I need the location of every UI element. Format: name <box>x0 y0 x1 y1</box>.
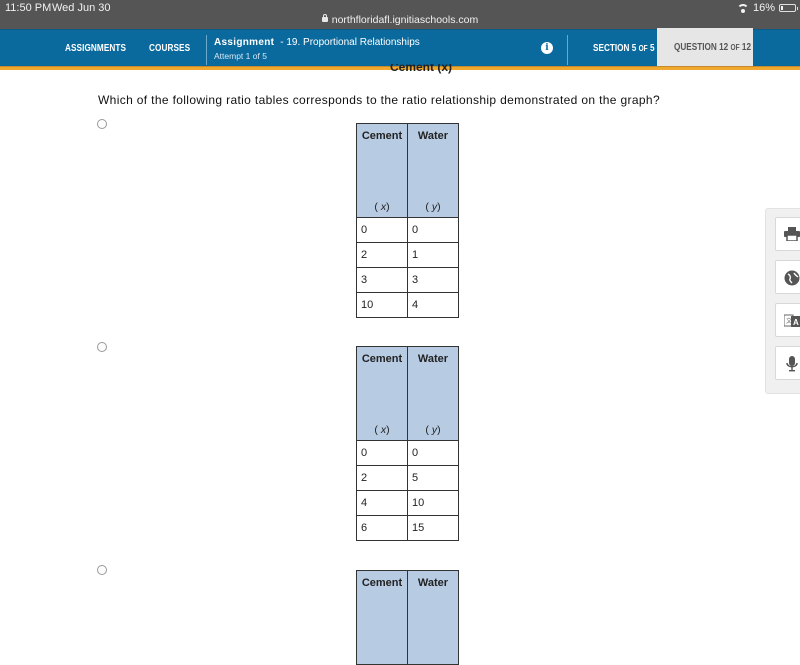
battery-icon <box>779 4 798 12</box>
question-of: OF <box>730 43 740 52</box>
section-indicator[interactable]: SECTION 5 OF 5 <box>593 43 655 54</box>
table-cell: 3 <box>356 267 408 293</box>
table-cell: 0 <box>407 440 459 466</box>
table-row: 4 10 <box>356 490 459 516</box>
question-label: QUESTION 12 <box>674 42 729 53</box>
printer-icon <box>784 227 800 241</box>
microphone-icon <box>786 356 798 372</box>
status-bar: 11:50 PM Wed Jun 30 northfloridafl.ignit… <box>0 0 800 29</box>
status-indicators: 16% <box>736 2 798 14</box>
nav-divider <box>567 35 568 65</box>
table-cell: 10 <box>407 490 459 516</box>
nav-divider <box>206 35 207 65</box>
status-time: 11:50 PM <box>5 2 52 14</box>
table-cell: 6 <box>356 515 408 541</box>
table-row: 00 <box>356 440 459 466</box>
table-header-cement: Cement( x) <box>356 346 408 441</box>
option-1-table: Cement( x) Water( y) 00 21 33 10 4 <box>356 123 459 318</box>
table-row: 21 <box>356 242 459 268</box>
table-row: 10 4 <box>356 292 459 318</box>
table-cell: 1 <box>407 242 459 268</box>
table-row: 25 <box>356 465 459 491</box>
table-cell: 0 <box>407 217 459 243</box>
attempt-count: Attempt 1 of 5 <box>214 51 267 61</box>
nav-courses[interactable]: COURSES <box>149 43 190 54</box>
table-cell: 10 <box>356 292 408 318</box>
option-1-radio[interactable] <box>97 119 107 129</box>
table-cell: 2 <box>356 465 408 491</box>
assignment-name: - 19. Proportional Relationships <box>280 37 420 48</box>
option-3-table: Cement Water <box>356 570 459 665</box>
tools-panel: A 文 <box>765 208 800 394</box>
translate-button[interactable]: A 文 <box>775 303 800 337</box>
svg-text:A: A <box>793 318 799 327</box>
info-icon[interactable]: i <box>541 42 553 54</box>
globe-button[interactable] <box>775 260 800 294</box>
translate-icon: A 文 <box>784 314 800 327</box>
section-total: 5 <box>649 43 655 54</box>
question-indicator-tab[interactable]: QUESTION 12 OF 12 <box>657 28 753 70</box>
status-date: Wed Jun 30 <box>52 2 111 14</box>
assignment-title: Assignment - 19. Proportional Relationshi… <box>214 37 420 48</box>
option-2-radio[interactable] <box>97 342 107 352</box>
lock-icon <box>321 14 328 22</box>
wifi-icon <box>736 3 749 13</box>
table-cell: 3 <box>407 267 459 293</box>
print-button[interactable] <box>775 217 800 251</box>
option-2-table: Cement( x) Water( y) 00 25 4 10 6 15 <box>356 346 459 541</box>
table-cell: 15 <box>407 515 459 541</box>
table-row: 6 15 <box>356 515 459 541</box>
speech-button[interactable] <box>775 346 800 380</box>
table-header-water: Water( y) <box>407 123 459 218</box>
globe-icon <box>784 270 800 286</box>
table-header-water: Water <box>407 570 459 665</box>
table-cell: 4 <box>407 292 459 318</box>
table-row: 00 <box>356 217 459 243</box>
table-cell: 5 <box>407 465 459 491</box>
table-row: 33 <box>356 267 459 293</box>
question-indicator: QUESTION 12 OF 12 <box>674 42 751 53</box>
address-bar[interactable]: northfloridafl.ignitiaschools.com <box>0 14 800 26</box>
table-cell: 2 <box>356 242 408 268</box>
table-cell: 0 <box>356 217 408 243</box>
table-header-cement: Cement( x) <box>356 123 408 218</box>
option-3-radio[interactable] <box>97 565 107 575</box>
table-header-water: Water( y) <box>407 346 459 441</box>
table-header-cement: Cement <box>356 570 408 665</box>
battery-percent: 16% <box>752 2 775 14</box>
question-text: Which of the following ratio tables corr… <box>98 93 660 107</box>
question-total: 12 <box>741 42 752 53</box>
table-cell: 0 <box>356 440 408 466</box>
section-label: SECTION 5 <box>593 43 637 54</box>
url-text: northfloridafl.ignitiaschools.com <box>331 14 479 26</box>
assignment-label: Assignment <box>214 37 275 48</box>
svg-text:文: 文 <box>786 317 792 325</box>
nav-assignments[interactable]: ASSIGNMENTS <box>65 43 126 54</box>
section-of: OF <box>638 44 648 53</box>
table-cell: 4 <box>356 490 408 516</box>
